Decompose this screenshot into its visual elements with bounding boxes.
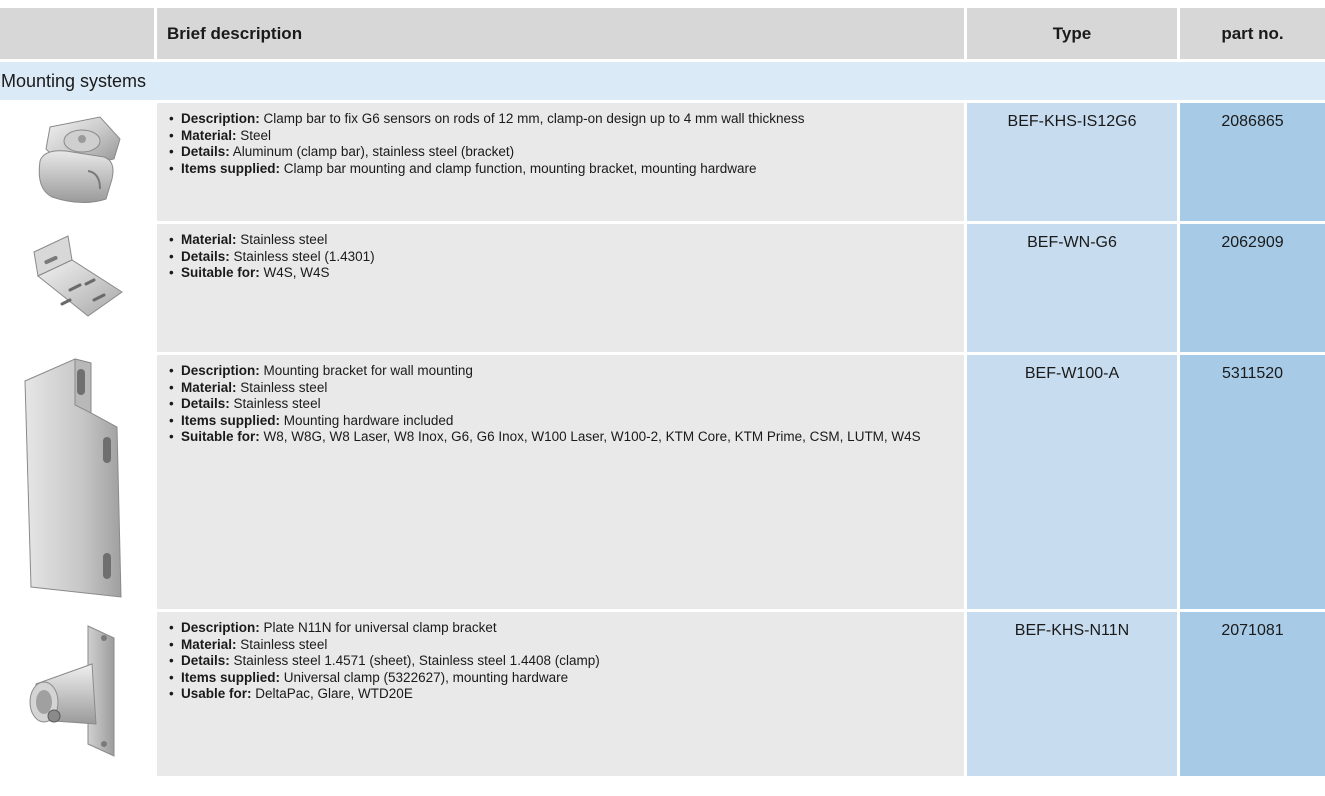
feature-item: Usable for: DeltaPac, Glare, WTD20E bbox=[169, 686, 956, 703]
feature-item: Items supplied: Mounting hardware includ… bbox=[169, 413, 956, 430]
feature-item: Description: Plate N11N for universal cl… bbox=[169, 620, 956, 637]
product-description: Description: Plate N11N for universal cl… bbox=[157, 612, 967, 776]
feature-item: Suitable for: W4S, W4S bbox=[169, 265, 956, 282]
feature-list: Description: Plate N11N for universal cl… bbox=[169, 620, 956, 703]
product-image bbox=[0, 224, 157, 352]
product-type: BEF-KHS-N11N bbox=[967, 612, 1180, 776]
product-image bbox=[0, 612, 157, 776]
product-part-no: 2062909 bbox=[1180, 224, 1325, 352]
product-type: BEF-W100-A bbox=[967, 355, 1180, 609]
feature-item: Items supplied: Clamp bar mounting and c… bbox=[169, 161, 956, 178]
feature-item: Material: Stainless steel bbox=[169, 380, 956, 397]
feature-item: Details: Aluminum (clamp bar), stainless… bbox=[169, 144, 956, 161]
product-type: BEF-WN-G6 bbox=[967, 224, 1180, 352]
table-row: Description: Clamp bar to fix G6 sensors… bbox=[0, 103, 1325, 221]
feature-item: Material: Stainless steel bbox=[169, 637, 956, 654]
accessories-table: Brief description Type part no. Mounting… bbox=[0, 8, 1325, 776]
header-brief-description: Brief description bbox=[157, 8, 967, 59]
clamp-bar-bracket-icon bbox=[38, 116, 121, 203]
product-part-no: 2071081 bbox=[1180, 612, 1325, 776]
angle-bracket-icon bbox=[33, 235, 123, 317]
product-part-no: 2086865 bbox=[1180, 103, 1325, 221]
table-row: Description: Mounting bracket for wall m… bbox=[0, 355, 1325, 609]
table-row: Material: Stainless steel Details: Stain… bbox=[0, 224, 1325, 352]
feature-list: Description: Mounting bracket for wall m… bbox=[169, 363, 956, 446]
table-header: Brief description Type part no. bbox=[0, 8, 1325, 59]
header-type: Type bbox=[967, 8, 1180, 59]
product-type: BEF-KHS-IS12G6 bbox=[967, 103, 1180, 221]
feature-item: Description: Clamp bar to fix G6 sensors… bbox=[169, 111, 956, 128]
product-description: Description: Clamp bar to fix G6 sensors… bbox=[157, 103, 967, 221]
feature-item: Details: Stainless steel bbox=[169, 396, 956, 413]
feature-item: Suitable for: W8, W8G, W8 Laser, W8 Inox… bbox=[169, 429, 956, 446]
section-title: Mounting systems bbox=[0, 62, 1325, 100]
product-image bbox=[0, 355, 157, 609]
header-image-column bbox=[0, 8, 157, 59]
product-image bbox=[0, 103, 157, 221]
product-part-no: 5311520 bbox=[1180, 355, 1325, 609]
wall-mounting-plate-icon bbox=[24, 358, 122, 598]
header-part-no: part no. bbox=[1221, 23, 1284, 43]
universal-clamp-plate-icon bbox=[29, 625, 115, 757]
product-description: Description: Mounting bracket for wall m… bbox=[157, 355, 967, 609]
feature-list: Description: Clamp bar to fix G6 sensors… bbox=[169, 111, 956, 177]
product-description: Material: Stainless steel Details: Stain… bbox=[157, 224, 967, 352]
feature-item: Material: Steel bbox=[169, 128, 956, 145]
feature-list: Material: Stainless steel Details: Stain… bbox=[169, 232, 956, 282]
feature-item: Description: Mounting bracket for wall m… bbox=[169, 363, 956, 380]
feature-item: Items supplied: Universal clamp (5322627… bbox=[169, 670, 956, 687]
feature-item: Details: Stainless steel 1.4571 (sheet),… bbox=[169, 653, 956, 670]
feature-item: Details: Stainless steel (1.4301) bbox=[169, 249, 956, 266]
feature-item: Material: Stainless steel bbox=[169, 232, 956, 249]
table-row: Description: Plate N11N for universal cl… bbox=[0, 612, 1325, 776]
